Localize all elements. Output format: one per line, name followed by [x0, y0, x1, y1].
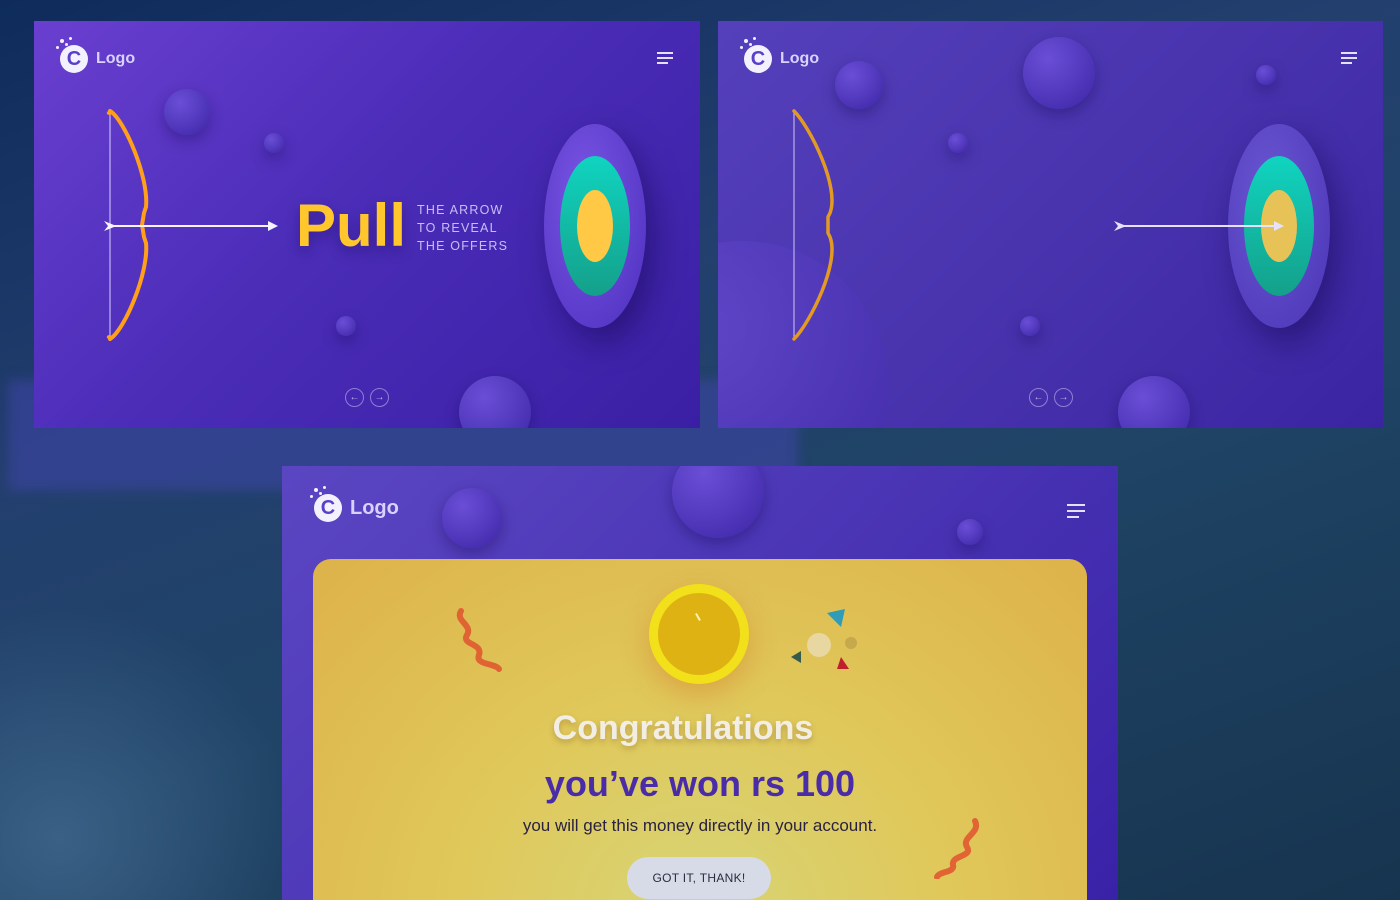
- next-arrow-button[interactable]: →: [370, 388, 389, 407]
- decor-bubble: [957, 519, 983, 545]
- logo[interactable]: C Logo: [310, 486, 399, 522]
- arrow-icon: [104, 221, 278, 231]
- logo-text: Logo: [350, 496, 399, 519]
- pull-screen: C Logo Pull THE ARROW TO REVEAL THE OFFE…: [34, 21, 700, 428]
- prev-arrow-button[interactable]: ←: [1029, 388, 1048, 407]
- decor-bubble: [336, 316, 356, 336]
- arrow-icon: [1114, 221, 1284, 231]
- reward-card: Congratulations you’ve won rs 100 you wi…: [313, 559, 1087, 900]
- reward-screen: C Logo Congratulations you’ve won rs 100…: [282, 466, 1118, 900]
- c-logo-icon: C: [310, 486, 344, 522]
- menu-icon[interactable]: [1067, 504, 1085, 518]
- arrow-hit-screen: C Logo ← →: [718, 21, 1383, 428]
- slide-nav: ← →: [1029, 388, 1073, 407]
- instruction-line: THE OFFERS: [417, 239, 509, 253]
- logo-text: Logo: [780, 50, 820, 67]
- reward-message: you will get this money directly in your…: [522, 816, 878, 835]
- decor-bubble: [672, 466, 764, 538]
- c-logo-icon: C: [740, 37, 774, 73]
- bow-icon: [792, 109, 834, 341]
- decor-bubble: [1118, 376, 1190, 428]
- menu-icon[interactable]: [657, 52, 673, 64]
- got-it-button[interactable]: GOT IT, THANK!: [627, 857, 771, 899]
- confetti-icon: [456, 608, 502, 672]
- next-arrow-button[interactable]: →: [1054, 388, 1073, 407]
- instruction-line: TO REVEAL: [417, 221, 498, 235]
- background-glow-corner: [0, 600, 300, 900]
- decor-bubble: [459, 376, 531, 428]
- pull-heading: Pull: [296, 192, 407, 259]
- menu-icon[interactable]: [1341, 52, 1357, 64]
- decor-bubble: [1256, 65, 1276, 85]
- logo[interactable]: C Logo: [56, 37, 136, 73]
- decor-bubble: [1020, 316, 1040, 336]
- decor-bubble: [835, 61, 883, 109]
- instruction-line: THE ARROW: [417, 203, 504, 217]
- logo[interactable]: C Logo: [740, 37, 820, 73]
- decor-bubble: [1023, 37, 1095, 109]
- target-icon[interactable]: [544, 124, 646, 328]
- congratulations-heading: Congratulations: [552, 709, 814, 747]
- coin-icon: [649, 584, 749, 684]
- logo-text: Logo: [96, 50, 136, 67]
- pull-instructions: THE ARROW TO REVEAL THE OFFERS: [417, 201, 508, 255]
- decor-bubble: [442, 488, 502, 548]
- won-amount-text: you’ve won rs 100: [544, 763, 856, 804]
- confetti-icon: [791, 609, 857, 669]
- prev-arrow-button[interactable]: ←: [345, 388, 364, 407]
- c-logo-icon: C: [56, 37, 90, 73]
- slide-nav: ← →: [345, 388, 389, 407]
